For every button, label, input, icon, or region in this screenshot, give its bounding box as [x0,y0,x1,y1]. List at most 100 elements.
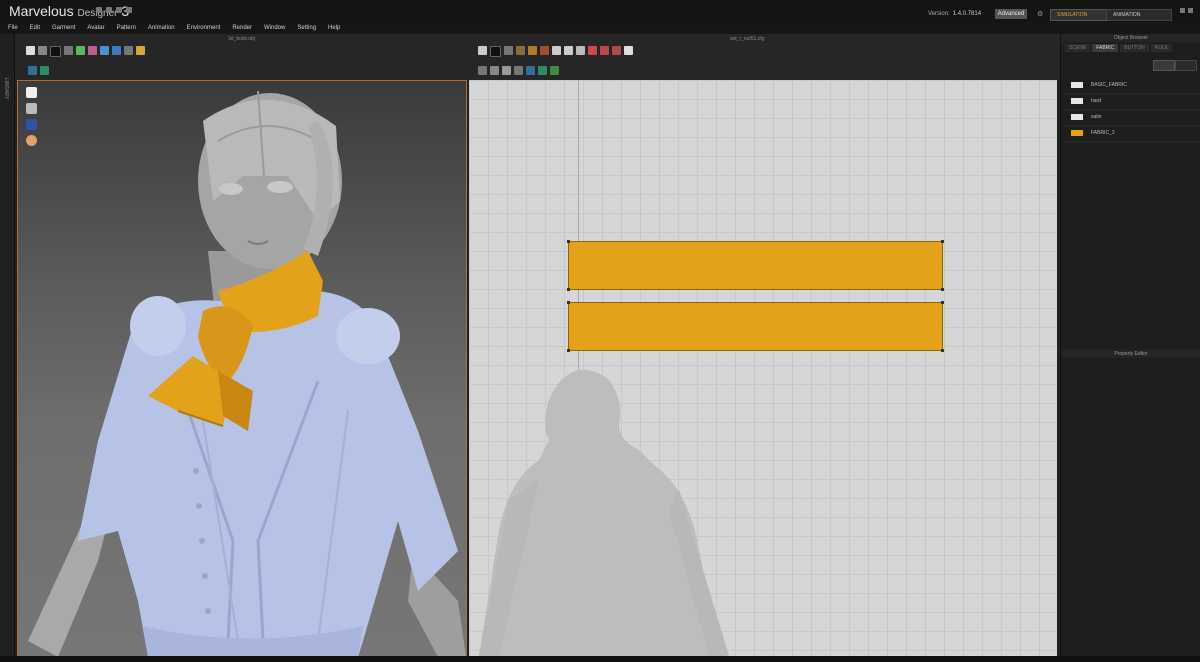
sewing-check-icon[interactable] [600,46,609,55]
texture-view-icon[interactable] [40,66,49,75]
polygon-tool-icon[interactable] [516,46,525,55]
save-icon[interactable] [96,7,102,13]
pane-title-3d: 3d_bodv.obj [228,36,255,42]
menu-window[interactable]: Window [264,25,285,31]
avatar-tool-icon[interactable] [136,46,145,55]
select-pattern-icon[interactable] [490,46,501,57]
version-text: Version: 1.4.0.7814 [928,11,982,17]
fabric-icon[interactable] [26,119,37,130]
avatar-3d-render [28,90,466,657]
fabric-name: FABRIC_2 [1091,130,1115,136]
fabric-name: satin [1091,114,1102,120]
menu-setting[interactable]: Setting [297,25,316,31]
circle-tool-icon[interactable] [540,46,549,55]
fabric-swatch [1071,130,1083,136]
view-2d-texture-icon[interactable] [538,66,547,75]
dart-tool-icon[interactable] [552,46,561,55]
marvelous-designer-window: Marvelous Designer 3 Version:1.4.0.7814 … [0,0,1200,662]
toolbar-2d-row1 [478,46,633,57]
free-sewing-icon[interactable] [588,46,597,55]
list-item[interactable]: satin [1065,110,1199,126]
tab-fabric[interactable]: FABRIC [1092,44,1119,52]
fabric-swatch [1071,82,1083,88]
offset-tool-icon[interactable] [490,66,499,75]
object-browser-title: Object Browser [1061,34,1200,42]
title-bar: Marvelous Designer 3 Version:1.4.0.7814 … [0,0,1200,22]
window-bottom-edge [0,656,1200,662]
library-side-strip[interactable]: LIBRARY [0,34,15,662]
open-icon[interactable] [106,7,112,13]
view-2d-grid-icon[interactable] [550,66,559,75]
grade-tool-icon[interactable] [502,66,511,75]
shirt-icon[interactable] [26,87,37,98]
object-browser-tabs: SCENE FABRIC BUTTON RULE [1065,44,1173,52]
list-item[interactable]: FABRIC_2 [1065,126,1199,142]
list-item[interactable]: hard [1065,94,1199,110]
toolbar-2d-row2 [478,66,559,76]
viewport-3d[interactable] [17,80,467,658]
menu-edit[interactable]: Edit [30,25,40,31]
undo-icon[interactable] [116,7,122,13]
view-2d-mode-icon[interactable] [526,66,535,75]
object-browser-panel: Object Browser SCENE FABRIC BUTTON RULE … [1060,34,1200,662]
symmetric-tool-icon[interactable] [514,66,523,75]
tab-rule[interactable]: RULE [1150,44,1173,52]
pattern-piece-1[interactable] [567,240,944,291]
menu-avatar[interactable]: Avatar [87,25,104,31]
trace-tool-icon[interactable] [478,66,487,75]
fabric-name: hard [1091,98,1102,104]
add-fabric-button[interactable] [1153,60,1175,71]
property-editor-title: Property Editor [1061,350,1200,358]
rotate-tool-icon[interactable] [478,46,487,55]
texture-tool-icon[interactable] [624,46,633,55]
seam-tool-icon[interactable] [564,46,573,55]
quick-access-toolbar [96,7,132,13]
minimize-icon[interactable] [1180,8,1185,13]
face-icon[interactable] [26,135,37,146]
menu-bar: File Edit Garment Avatar Pattern Animati… [0,22,1200,34]
close-icon[interactable] [1188,8,1193,13]
fabric-swatch [1071,114,1083,120]
fabric-swatch [1071,98,1083,104]
menu-help[interactable]: Help [328,25,340,31]
viewport-2d-pattern[interactable] [469,80,1057,656]
redo-icon[interactable] [126,7,132,13]
animation-mode-button[interactable]: ANIMATION [1106,9,1172,21]
tab-button[interactable]: BUTTON [1120,44,1149,52]
transform-tool-icon[interactable] [64,46,73,55]
rectangle-tool-icon[interactable] [528,46,537,55]
tack-tool-icon[interactable] [88,46,97,55]
segment-sewing-icon[interactable] [576,46,585,55]
tool-area: 3d_bodv.obj avt_r_out51.zfg [0,34,1060,80]
fabric-name: BASIC_FABRIC [1091,82,1127,88]
select-tool-icon[interactable] [26,46,35,55]
menu-pattern[interactable]: Pattern [117,25,136,31]
avatar-icon[interactable] [26,103,37,114]
pane-title-2d: avt_r_out51.zfg [730,36,765,42]
fold-tool-icon[interactable] [76,46,85,55]
elastic-tool-icon[interactable] [612,46,621,55]
tab-scene[interactable]: SCENE [1065,44,1091,52]
advanced-mode-button[interactable]: Advanced [995,9,1027,19]
menu-garment[interactable]: Garment [52,25,75,31]
pattern-piece-2[interactable] [567,301,944,352]
library-label: LIBRARY [3,78,9,100]
toolbar-3d-row2 [28,66,49,76]
menu-environment[interactable]: Environment [187,25,221,31]
menu-animation[interactable]: Animation [148,25,175,31]
menu-render[interactable]: Render [232,25,252,31]
fabric-list: BASIC_FABRIC hard satin FABRIC_2 [1065,78,1199,142]
button-tool-icon[interactable] [100,46,109,55]
simulation-mode-button[interactable]: SIMULATION [1050,9,1110,21]
pin-tool-icon[interactable] [50,46,61,57]
edit-point-icon[interactable] [504,46,513,55]
view-mode-icon[interactable] [28,66,37,75]
copy-fabric-button[interactable] [1175,60,1197,71]
list-item[interactable]: BASIC_FABRIC [1065,78,1199,94]
move-tool-icon[interactable] [38,46,47,55]
settings-icon[interactable]: ⚙ [1037,10,1043,18]
menu-file[interactable]: File [8,25,18,31]
measure-tool-icon[interactable] [124,46,133,55]
buttonhole-tool-icon[interactable] [112,46,121,55]
window-controls [1180,8,1193,13]
